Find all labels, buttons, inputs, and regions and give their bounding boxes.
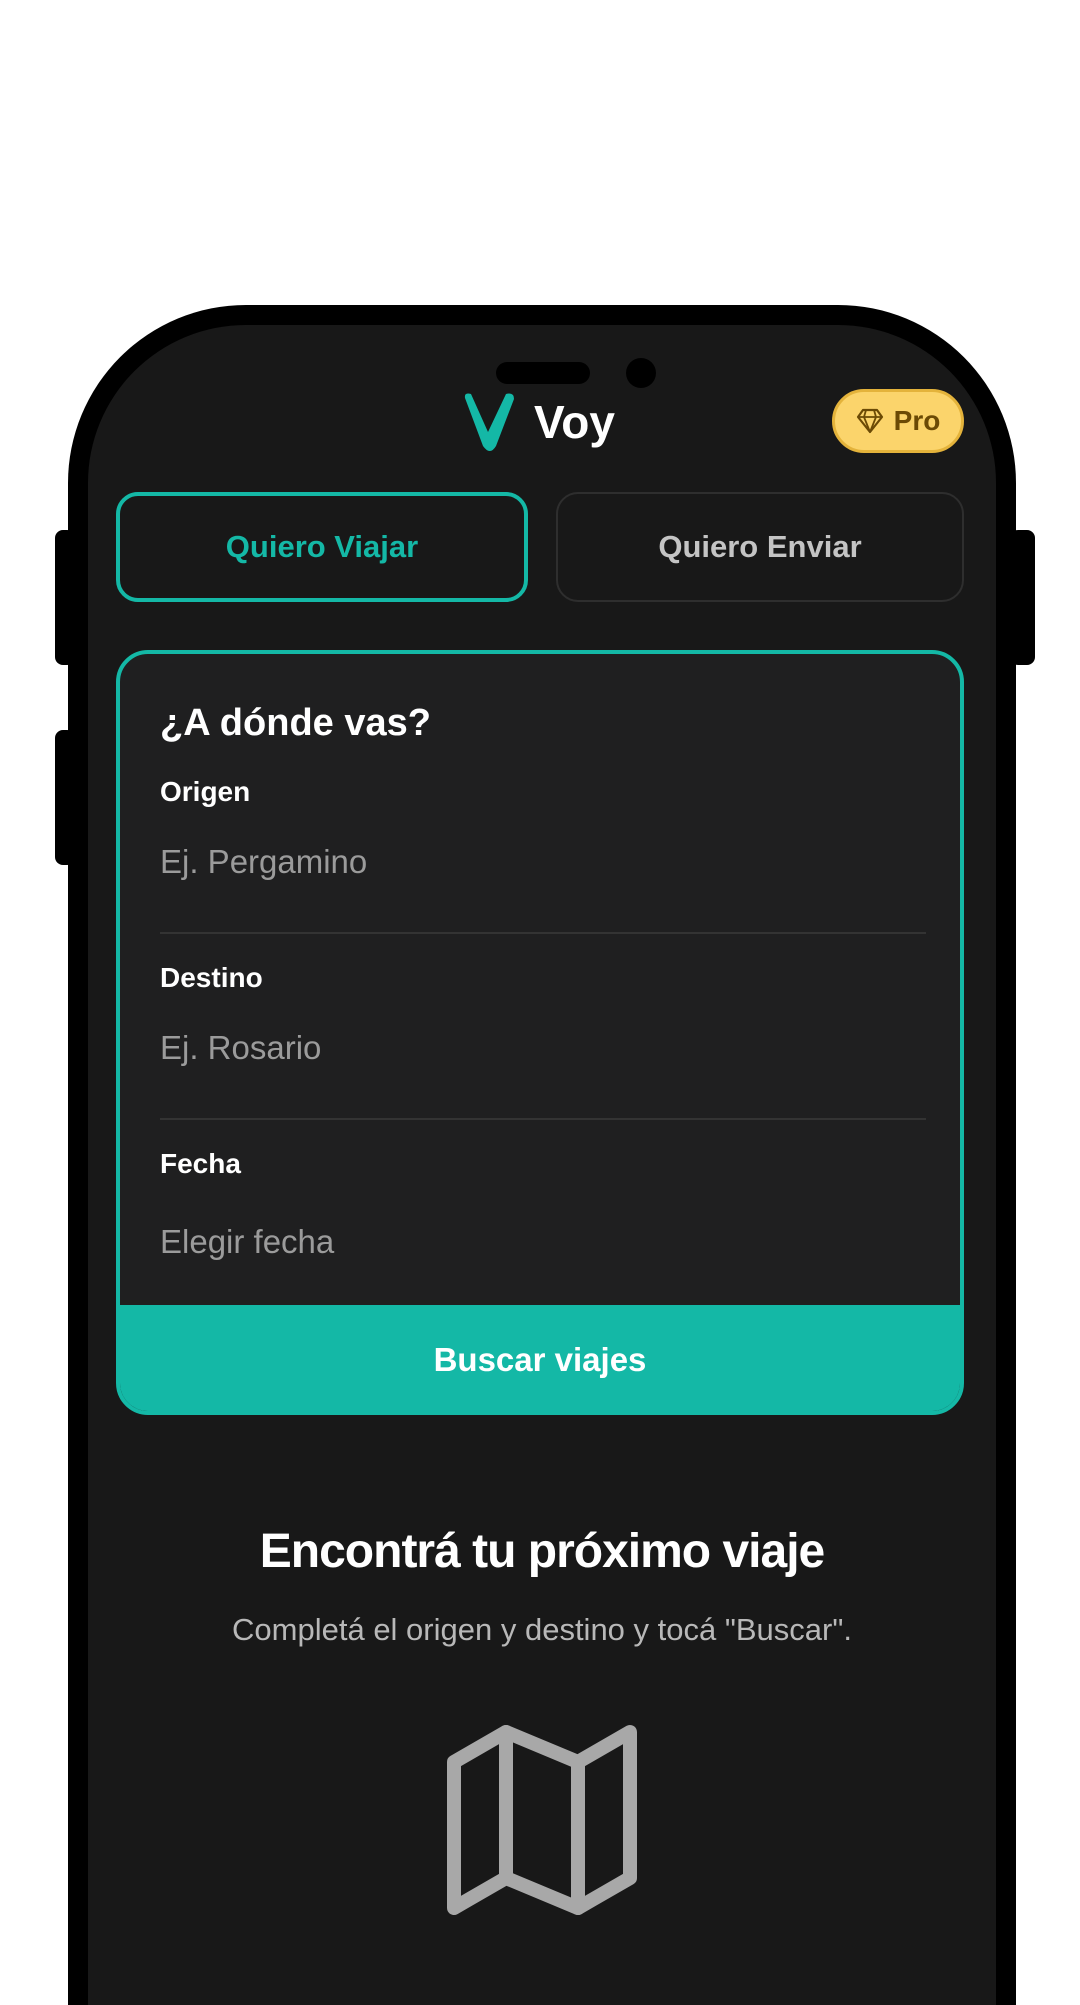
app-logo: Voy: [462, 392, 615, 452]
pro-badge-button[interactable]: Pro: [832, 389, 964, 453]
pro-badge-label: Pro: [893, 405, 941, 436]
destination-input[interactable]: [160, 1016, 926, 1080]
phone-speaker: [496, 362, 590, 384]
phone-camera: [626, 358, 656, 388]
tab-quiero-viajar-label: Quiero Viajar: [225, 529, 419, 564]
tab-quiero-viajar[interactable]: Quiero Viajar: [116, 492, 528, 602]
tab-quiero-enviar[interactable]: Quiero Enviar: [556, 492, 964, 602]
map-icon: [447, 1725, 637, 1915]
tab-quiero-enviar-label: Quiero Enviar: [658, 529, 862, 564]
phone-power-button: [1010, 530, 1035, 665]
origin-divider: [160, 932, 926, 934]
search-card: ¿A dónde vas? Origen Destino Fecha Busca…: [116, 650, 964, 1415]
diamond-icon: [856, 408, 883, 434]
destination-label: Destino: [160, 962, 263, 993]
search-trips-button[interactable]: Buscar viajes: [120, 1305, 960, 1411]
voy-logo-icon: [464, 393, 514, 451]
search-card-title: ¿A dónde vas?: [160, 702, 431, 744]
phone-volume-down-button: [55, 730, 75, 865]
empty-state-subtitle: Completá el origen y destino y tocá "Bus…: [232, 1612, 852, 1647]
phone-volume-up-button: [55, 530, 75, 665]
origin-label: Origen: [160, 776, 251, 807]
app-name: Voy: [534, 396, 615, 448]
date-label: Fecha: [160, 1148, 241, 1179]
destination-divider: [160, 1118, 926, 1120]
empty-state-title: Encontrá tu próximo viaje: [259, 1525, 825, 1578]
date-input[interactable]: [160, 1210, 926, 1274]
origin-input[interactable]: [160, 830, 926, 894]
